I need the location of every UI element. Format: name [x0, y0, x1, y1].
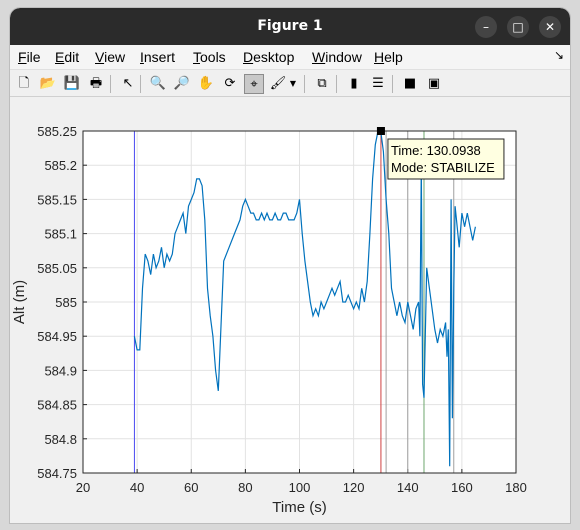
- menu-view[interactable]: View: [95, 49, 125, 65]
- x-tick-label: 40: [130, 480, 144, 495]
- toolbar-separator: [336, 75, 337, 93]
- y-tick-label: 585.1: [44, 227, 77, 242]
- y-tick-label: 585.05: [37, 261, 77, 276]
- menu-desktop[interactable]: Desktop: [243, 49, 294, 65]
- minimize-button[interactable]: –: [475, 16, 497, 38]
- menu-help-rest: elp: [384, 49, 403, 65]
- close-icon: ✕: [544, 20, 556, 34]
- menu-desktop-rest: esktop: [253, 49, 295, 65]
- menu-help[interactable]: Help: [374, 49, 403, 65]
- rotate-3d-icon[interactable]: ⟳: [220, 74, 240, 94]
- toolbar-separator: [140, 75, 141, 93]
- show-plot-tools-icon[interactable]: ▣: [424, 74, 444, 94]
- dock-arrow-icon[interactable]: ↘: [554, 48, 564, 62]
- menu-view-rest: iew: [104, 49, 126, 65]
- y-tick-label: 584.95: [37, 329, 77, 344]
- y-tick-label: 585.15: [37, 192, 77, 207]
- brush-icon[interactable]: 🖌: [268, 74, 288, 94]
- menu-help-mnemonic: H: [374, 49, 385, 65]
- brush-dropdown-icon[interactable]: ▼: [288, 74, 298, 94]
- close-button[interactable]: ✕: [539, 16, 561, 38]
- x-axis-label: Time (s): [272, 499, 326, 516]
- menu-file[interactable]: File: [18, 49, 41, 65]
- colorbar-icon[interactable]: ▮: [344, 74, 364, 94]
- title-bar: Figure 1 – □ ✕: [10, 8, 570, 45]
- menu-edit[interactable]: Edit: [55, 49, 79, 65]
- menu-window[interactable]: Window: [312, 49, 362, 65]
- x-tick-label: 120: [343, 480, 365, 495]
- legend-icon[interactable]: ☰: [368, 74, 388, 94]
- menu-edit-rest: dit: [64, 49, 80, 65]
- menu-window-mnemonic: W: [312, 49, 326, 65]
- x-tick-label: 180: [505, 480, 527, 495]
- link-plot-icon[interactable]: ⧉: [312, 74, 332, 94]
- y-tick-label: 585.25: [37, 124, 77, 139]
- menu-window-rest: indow: [325, 49, 362, 65]
- print-icon[interactable]: 🖶: [86, 74, 106, 94]
- y-tick-label: 585: [55, 295, 77, 310]
- toolbar-separator: [304, 75, 305, 93]
- data-cursor-icon[interactable]: ⌖: [244, 74, 264, 94]
- y-tick-label: 585.2: [44, 158, 77, 173]
- maximize-button[interactable]: □: [507, 16, 529, 38]
- toolbar-separator: [392, 75, 393, 93]
- x-tick-label: 140: [397, 480, 419, 495]
- datatip-marker[interactable]: [376, 127, 385, 135]
- menu-desktop-mnemonic: D: [243, 49, 254, 65]
- zoom-out-icon[interactable]: 🔎: [172, 74, 192, 94]
- y-tick-label: 584.8: [44, 432, 77, 447]
- pointer-icon[interactable]: ↖: [118, 74, 138, 94]
- x-tick-label: 160: [451, 480, 473, 495]
- datatip-mode-text: Mode: STABILIZE: [391, 160, 495, 175]
- save-icon[interactable]: 💾: [62, 74, 82, 94]
- line-chart[interactable]: 20 40 60 80 100 120 140 160 180585.25585.2585.15…: [10, 98, 570, 523]
- figure-toolbar: 🗋 📂 💾 🖶 ↖ 🔍 🔎 ✋ ⟳ ⌖ 🖌 ⧉ ▮ ☰ ■ ▣ ▼: [10, 69, 570, 97]
- y-axis-label: Alt (m): [11, 280, 28, 324]
- menu-tools-mnemonic: T: [193, 49, 200, 65]
- y-tick-label: 584.75: [37, 466, 77, 481]
- x-tick-label: 60: [184, 480, 198, 495]
- menu-file-mnemonic: F: [18, 49, 27, 65]
- toolbar-separator: [110, 75, 111, 93]
- x-tick-label: 80: [238, 480, 252, 495]
- plot-area: 20 40 60 80 100 120 140 160 180 585.25 585.2 585.15…: [10, 98, 570, 523]
- menu-bar: File Edit View Insert Tools Desktop Wind…: [10, 45, 570, 69]
- maximize-icon: □: [512, 20, 524, 34]
- y-tick-label: 584.9: [44, 363, 77, 378]
- menu-edit-mnemonic: E: [55, 49, 65, 65]
- y-tick-label: 584.85: [37, 398, 77, 413]
- menu-insert-rest: nsert: [143, 49, 176, 65]
- datatip-time-text: Time: 130.0938: [391, 143, 481, 158]
- zoom-in-icon[interactable]: 🔍: [148, 74, 168, 94]
- menu-view-mnemonic: V: [95, 49, 105, 65]
- menu-file-rest: ile: [26, 49, 41, 65]
- open-file-icon[interactable]: 📂: [38, 74, 58, 94]
- x-tick-label: 100: [289, 480, 311, 495]
- new-figure-icon[interactable]: 🗋: [14, 74, 34, 94]
- minimize-icon: –: [483, 20, 489, 34]
- pan-hand-icon[interactable]: ✋: [196, 74, 216, 94]
- x-tick-label: 20: [76, 480, 90, 495]
- menu-insert[interactable]: Insert: [140, 49, 175, 65]
- menu-tools-rest: ools: [200, 49, 226, 65]
- menu-tools[interactable]: Tools: [193, 49, 226, 65]
- figure-window: Figure 1 – □ ✕ File Edit View Insert Too…: [10, 8, 570, 523]
- hide-plot-tools-icon[interactable]: ■: [400, 74, 420, 94]
